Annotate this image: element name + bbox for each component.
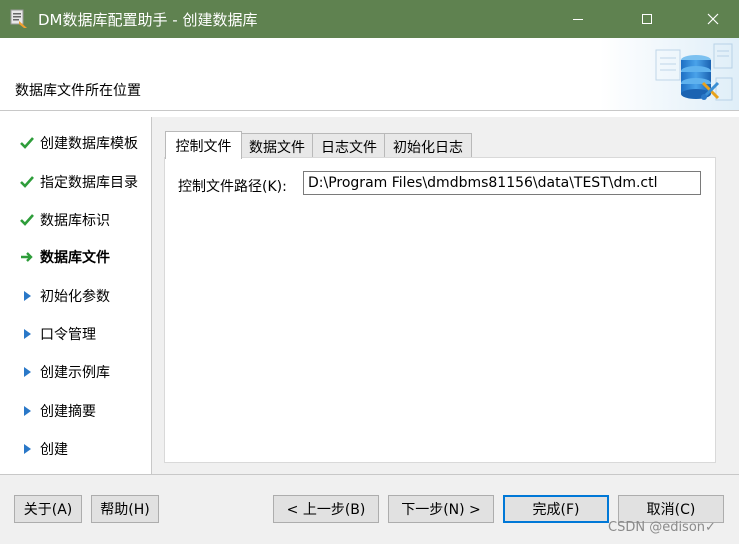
- header-label: 数据库文件所在位置: [15, 83, 141, 99]
- triangle-right-icon: [18, 325, 36, 343]
- step-label: 口令管理: [40, 327, 96, 343]
- step-label: 创建摘要: [40, 404, 96, 420]
- close-icon[interactable]: [690, 0, 736, 38]
- tab-data-file[interactable]: 数据文件: [240, 133, 314, 159]
- database-tools-icon: [600, 38, 739, 110]
- step-label: 数据库标识: [40, 213, 110, 229]
- step-create-template: 创建数据库模板: [18, 133, 138, 153]
- control-file-path-label: 控制文件路径(K):: [178, 179, 287, 195]
- finish-button[interactable]: 完成(F): [503, 495, 609, 523]
- step-label: 指定数据库目录: [40, 175, 138, 191]
- maximize-icon[interactable]: [624, 0, 670, 38]
- minimize-icon[interactable]: [555, 0, 601, 38]
- step-sample-db: 创建示例库: [18, 362, 110, 382]
- check-icon: [18, 134, 36, 152]
- cancel-button[interactable]: 取消(C): [618, 495, 724, 523]
- step-password: 口令管理: [18, 324, 96, 344]
- step-db-identity: 数据库标识: [18, 210, 110, 230]
- step-db-files: 数据库文件: [18, 247, 110, 267]
- step-label: 创建示例库: [40, 365, 110, 381]
- window-title: DM数据库配置助手 - 创建数据库: [38, 11, 258, 29]
- back-button[interactable]: < 上一步(B): [273, 495, 379, 523]
- step-label: 创建: [40, 442, 68, 458]
- triangle-right-icon: [18, 363, 36, 381]
- step-db-directory: 指定数据库目录: [18, 172, 138, 192]
- wizard-steps: 创建数据库模板 指定数据库目录 数据库标识 数据库文件 初始化参数 口令管理 创…: [0, 117, 152, 474]
- about-button[interactable]: 关于(A): [14, 495, 82, 523]
- step-label: 数据库文件: [40, 250, 110, 266]
- title-bar[interactable]: DM数据库配置助手 - 创建数据库: [0, 0, 739, 38]
- control-file-path-input[interactable]: D:\Program Files\dmdbms81156\data\TEST\d…: [303, 171, 701, 195]
- step-create: 创建: [18, 439, 68, 459]
- arrow-right-icon: [18, 248, 36, 266]
- tab-control-file[interactable]: 控制文件: [165, 131, 242, 159]
- next-button[interactable]: 下一步(N) >: [388, 495, 494, 523]
- step-label: 初始化参数: [40, 289, 110, 305]
- check-icon: [18, 211, 36, 229]
- step-init-params: 初始化参数: [18, 286, 110, 306]
- footer: 关于(A) 帮助(H) < 上一步(B) 下一步(N) > 完成(F) 取消(C…: [0, 475, 739, 544]
- watermark: CSDN @edison✓: [608, 520, 716, 535]
- help-button[interactable]: 帮助(H): [91, 495, 159, 523]
- control-file-panel: 控制文件路径(K): D:\Program Files\dmdbms81156\…: [164, 157, 716, 463]
- triangle-right-icon: [18, 440, 36, 458]
- step-label: 创建数据库模板: [40, 136, 138, 152]
- tab-init-log[interactable]: 初始化日志: [384, 133, 472, 159]
- check-icon: [18, 173, 36, 191]
- content-area: 控制文件 数据文件 日志文件 初始化日志 控制文件路径(K): D:\Progr…: [152, 117, 739, 474]
- app-icon: [9, 9, 29, 29]
- triangle-right-icon: [18, 402, 36, 420]
- header-divider: [0, 110, 739, 111]
- tab-log-file[interactable]: 日志文件: [312, 133, 386, 159]
- step-summary: 创建摘要: [18, 401, 96, 421]
- triangle-right-icon: [18, 287, 36, 305]
- wizard-header: 数据库文件所在位置: [0, 38, 739, 110]
